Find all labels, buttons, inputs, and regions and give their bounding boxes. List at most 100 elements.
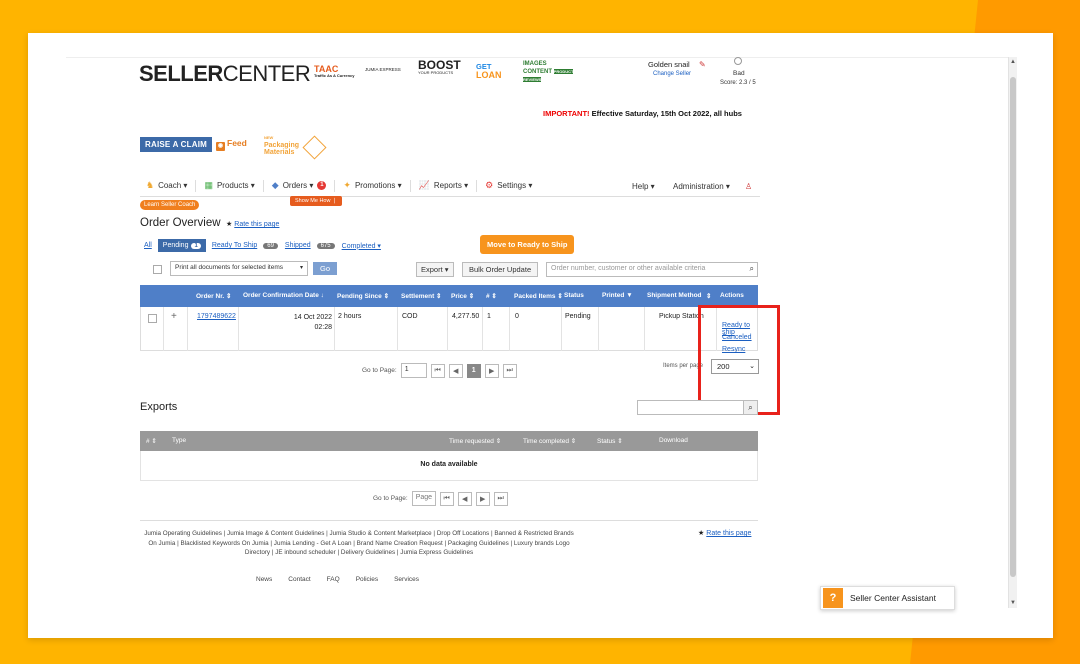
col-actions: Actions [720, 292, 744, 299]
feed-link[interactable]: ◉ Feed [216, 138, 247, 151]
first-page-button[interactable]: ⏮ [430, 363, 445, 378]
footer-link-news[interactable]: News [256, 576, 272, 583]
last-page-button[interactable]: ⏭ [502, 363, 517, 378]
col-order-nr[interactable]: Order Nr. ⇕ [196, 292, 231, 300]
nav-promotions[interactable]: ✦ Promotions ▾ [335, 179, 411, 192]
row-checkbox[interactable] [148, 314, 157, 323]
col-shipment-method[interactable]: Shipment Method [647, 292, 705, 299]
show-me-how-button[interactable]: Show Me How ❘ [290, 196, 342, 206]
boost-logo[interactable]: BOOST YOUR PRODUCTS [418, 59, 461, 75]
next-page-button[interactable]: ▶ [475, 491, 490, 506]
col-download: Download [659, 437, 688, 444]
ready-count: 69 [263, 242, 278, 249]
star-icon: ★ [226, 221, 233, 228]
order-date: 14 Oct 2022 02:28 [293, 314, 332, 331]
learn-seller-coach-pill[interactable]: Learn Seller Coach [140, 200, 200, 210]
nav-coach[interactable]: ♞ Coach ▾ [140, 179, 197, 192]
col-type[interactable]: Type [172, 437, 186, 444]
first-page-button[interactable]: ⏮ [439, 491, 454, 506]
divider [140, 520, 758, 521]
scroll-down-icon[interactable]: ▼ [1010, 600, 1016, 606]
tab-shipped[interactable]: Shipped [285, 242, 311, 249]
exports-empty-row: No data available [140, 451, 758, 481]
footer-link-policies[interactable]: Policies [356, 576, 378, 583]
last-page-button[interactable]: ⏭ [493, 491, 508, 506]
col-price[interactable]: Price ⇕ [451, 292, 474, 300]
order-status-tabs: All Pending 1 Ready To Ship 69 Shipped 675 … [144, 239, 387, 252]
scroll-up-icon[interactable]: ▲ [1010, 59, 1016, 65]
select-all-checkbox[interactable] [153, 265, 162, 274]
images-content-logo[interactable]: IMAGES CONTENT PRODUCT REVIEWS [523, 61, 575, 84]
go-button[interactable]: Go [313, 262, 338, 275]
page-title: Order Overview [140, 217, 221, 229]
col-status[interactable]: Status ⇕ [597, 437, 623, 445]
move-to-ready-to-ship-button[interactable]: Move to Ready to Ship [480, 235, 575, 254]
coach-icon: ♞ [146, 180, 155, 190]
promotions-icon: ✦ [343, 180, 351, 190]
change-seller-link[interactable]: Change Seller [653, 71, 691, 77]
exports-search-input[interactable] [637, 400, 744, 415]
nav-orders[interactable]: ◆ Orders ▾ 1 [264, 179, 336, 192]
box-icon [302, 135, 327, 160]
tag-icon: ◆ [271, 180, 279, 190]
col-count[interactable]: # ⇕ [486, 292, 497, 300]
get-loan-logo[interactable]: GET LOAN [476, 63, 502, 80]
tab-pending[interactable]: Pending 1 [157, 239, 206, 252]
score-value: Score: 2.3 / 5 [720, 80, 756, 86]
nav-settings[interactable]: ⚙ Settings ▾ [477, 180, 540, 192]
order-number-link[interactable]: 1797489622 [197, 313, 236, 320]
col-time-requested[interactable]: Time requested ⇕ [449, 437, 501, 445]
nav-products[interactable]: ▦ Products ▾ [196, 179, 264, 192]
footer-link-faq[interactable]: FAQ [327, 576, 340, 583]
seller-center-assistant-button[interactable]: ? Seller Center Assistant [820, 586, 955, 610]
col-settlement[interactable]: Settlement ⇕ [401, 292, 442, 300]
page-number-input[interactable]: 1 [400, 363, 427, 378]
orders-table-header: Order Nr. ⇕ Order Confirmation Date ↓ Pe… [140, 285, 758, 307]
chart-icon: 📈 [418, 180, 430, 190]
bulk-order-update-button[interactable]: Bulk Order Update [462, 262, 539, 277]
current-page[interactable]: 1 [466, 363, 481, 378]
scroll-thumb[interactable] [1010, 77, 1016, 577]
raise-claim-button[interactable]: RAISE A CLAIM [140, 137, 213, 152]
next-page-button[interactable]: ▶ [484, 363, 499, 378]
orders-pagination: Go to Page: 1 ⏮ ◀ 1 ▶ ⏭ [362, 363, 517, 378]
prev-page-button[interactable]: ◀ [448, 363, 463, 378]
seller-center-logo: SELLERCENTER [139, 61, 311, 86]
footer-guidelines[interactable]: Jumia Operating Guidelines | Jumia Image… [144, 529, 574, 558]
star-icon: ★ [698, 530, 705, 537]
footer-link-contact[interactable]: Contact [288, 576, 310, 583]
important-notice: IMPORTANT! Effective Saturday, 15th Oct … [543, 109, 742, 118]
tab-all[interactable]: All [144, 242, 152, 249]
col-time-completed[interactable]: Time completed ⇕ [523, 437, 576, 445]
order-search-input[interactable]: Order number, customer or other availabl… [546, 262, 758, 277]
print-documents-select[interactable]: Print all documents for selected items ▾ [170, 261, 308, 276]
exports-page-input[interactable]: Page [411, 491, 436, 506]
nav-help[interactable]: Help ▾ [632, 175, 655, 197]
tab-ready-to-ship[interactable]: Ready To Ship [212, 242, 257, 249]
col-pending-since[interactable]: Pending Since ⇕ [337, 292, 389, 300]
rate-page-link[interactable]: ★ Rate this page [698, 529, 751, 537]
col-sort-icon[interactable]: ⇕ [706, 292, 711, 300]
search-icon[interactable]: ⌕ [743, 400, 758, 415]
tab-completed[interactable]: Completed ▾ [342, 242, 381, 250]
nav-administration[interactable]: Administration ▾ [673, 175, 730, 197]
export-dropdown[interactable]: Export ▾ [416, 262, 454, 277]
vertical-scrollbar[interactable]: ▲ ▼ [1008, 57, 1017, 608]
col-number[interactable]: # ⇕ [146, 437, 157, 445]
col-status[interactable]: Status [564, 292, 584, 299]
rate-page-link[interactable]: ★ Rate this page [226, 220, 279, 228]
col-printed[interactable]: Printed ▼ [602, 292, 633, 299]
taac-logo[interactable]: TAAC Traffic As A Currency [314, 65, 354, 78]
prev-page-button[interactable]: ◀ [457, 491, 472, 506]
exports-title: Exports [140, 401, 178, 413]
packaging-materials-link[interactable]: NEW Packaging Materials [264, 134, 299, 157]
col-packed-items[interactable]: Packed Items ⇕ [514, 292, 563, 300]
col-order-date[interactable]: Order Confirmation Date ↓ [243, 292, 324, 299]
nav-reports[interactable]: 📈 Reports ▾ [411, 179, 478, 192]
user-lock-icon[interactable]: ♙ [745, 175, 752, 197]
user-name: Golden snail [648, 60, 690, 69]
jumia-express-logo[interactable]: JUMIA EXPRESS [365, 67, 401, 73]
expand-icon[interactable]: + [171, 311, 177, 322]
footer-link-services[interactable]: Services [394, 576, 419, 583]
search-icon[interactable]: ⌕ [750, 264, 754, 274]
